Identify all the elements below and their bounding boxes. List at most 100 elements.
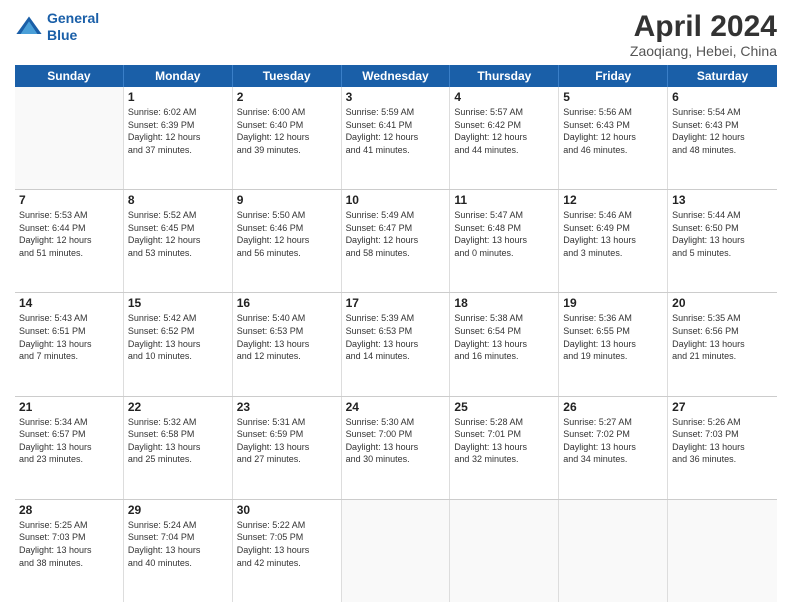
day-number: 25 [454, 400, 554, 414]
calendar-cell: 19Sunrise: 5:36 AM Sunset: 6:55 PM Dayli… [559, 293, 668, 395]
day-number: 3 [346, 90, 446, 104]
calendar-header: SundayMondayTuesdayWednesdayThursdayFrid… [15, 65, 777, 87]
calendar-cell: 18 Sunrise: 5:38 AM Sunset: 6:54 PM Dayli… [450, 293, 559, 395]
calendar-cell: 26 Sunrise: 5:27 AM Sunset: 7:02 PM Dayli… [559, 397, 668, 499]
weekday-header: Sunday [15, 65, 124, 87]
logo: General Blue [15, 10, 99, 44]
calendar-cell: 4Sunrise: 5:57 AM Sunset: 6:42 PM Daylig… [450, 87, 559, 189]
calendar-cell: 1Sunrise: 6:02 AM Sunset: 6:39 PM Daylig… [124, 87, 233, 189]
day-info: Sunrise: 5:53 AM Sunset: 6:44 PM Dayligh… [19, 209, 119, 259]
day-number: 30 [237, 503, 337, 517]
calendar-cell: 9 Sunrise: 5:50 AM Sunset: 6:46 PM Daylig… [233, 190, 342, 292]
day-info: Sunrise: 5:28 AM Sunset: 7:01 PM Dayligh… [454, 416, 554, 466]
day-number: 12 [563, 193, 663, 207]
day-info: Sunrise: 5:31 AM Sunset: 6:59 PM Dayligh… [237, 416, 337, 466]
day-number: 21 [19, 400, 119, 414]
day-number: 2 [237, 90, 337, 104]
day-number: 19 [563, 296, 663, 310]
day-number: 29 [128, 503, 228, 517]
day-info: Sunrise: 5:59 AM Sunset: 6:41 PM Dayligh… [346, 106, 446, 156]
calendar-cell: 10 Sunrise: 5:49 AM Sunset: 6:47 PM Dayli… [342, 190, 451, 292]
calendar-cell: 29 Sunrise: 5:24 AM Sunset: 7:04 PM Dayli… [124, 500, 233, 602]
logo-text: General Blue [47, 10, 99, 44]
day-info: Sunrise: 5:38 AM Sunset: 6:54 PM Dayligh… [454, 312, 554, 362]
day-number: 26 [563, 400, 663, 414]
day-info: Sunrise: 5:46 AM Sunset: 6:49 PM Dayligh… [563, 209, 663, 259]
calendar-row: 28 Sunrise: 5:25 AM Sunset: 7:03 PM Dayli… [15, 500, 777, 602]
day-info: Sunrise: 5:49 AM Sunset: 6:47 PM Dayligh… [346, 209, 446, 259]
calendar-cell: 28 Sunrise: 5:25 AM Sunset: 7:03 PM Dayli… [15, 500, 124, 602]
calendar-cell: 20 Sunrise: 5:35 AM Sunset: 6:56 PM Dayli… [668, 293, 777, 395]
day-info: Sunrise: 5:44 AM Sunset: 6:50 PM Dayligh… [672, 209, 773, 259]
calendar-cell: 15 Sunrise: 5:42 AM Sunset: 6:52 PM Dayli… [124, 293, 233, 395]
day-number: 23 [237, 400, 337, 414]
calendar-cell [668, 500, 777, 602]
weekday-header: Tuesday [233, 65, 342, 87]
calendar-cell: 17 Sunrise: 5:39 AM Sunset: 6:53 PM Dayli… [342, 293, 451, 395]
calendar-row: 21 Sunrise: 5:34 AM Sunset: 6:57 PM Dayli… [15, 397, 777, 500]
calendar-cell: 23 Sunrise: 5:31 AM Sunset: 6:59 PM Dayli… [233, 397, 342, 499]
day-info: Sunrise: 5:27 AM Sunset: 7:02 PM Dayligh… [563, 416, 663, 466]
day-number: 20 [672, 296, 773, 310]
calendar-cell: 11Sunrise: 5:47 AM Sunset: 6:48 PM Dayli… [450, 190, 559, 292]
day-number: 7 [19, 193, 119, 207]
day-number: 18 [454, 296, 554, 310]
calendar-cell: 22 Sunrise: 5:32 AM Sunset: 6:58 PM Dayli… [124, 397, 233, 499]
day-number: 10 [346, 193, 446, 207]
calendar-cell: 13 Sunrise: 5:44 AM Sunset: 6:50 PM Dayli… [668, 190, 777, 292]
day-info: Sunrise: 5:42 AM Sunset: 6:52 PM Dayligh… [128, 312, 228, 362]
title-block: April 2024 Zaoqiang, Hebei, China [630, 10, 777, 59]
day-number: 6 [672, 90, 773, 104]
day-number: 16 [237, 296, 337, 310]
subtitle: Zaoqiang, Hebei, China [630, 43, 777, 59]
day-number: 5 [563, 90, 663, 104]
calendar-row: 1Sunrise: 6:02 AM Sunset: 6:39 PM Daylig… [15, 87, 777, 190]
day-info: Sunrise: 5:35 AM Sunset: 6:56 PM Dayligh… [672, 312, 773, 362]
calendar-cell: 14Sunrise: 5:43 AM Sunset: 6:51 PM Dayli… [15, 293, 124, 395]
day-info: Sunrise: 5:34 AM Sunset: 6:57 PM Dayligh… [19, 416, 119, 466]
logo-blue: Blue [47, 27, 77, 43]
day-info: Sunrise: 5:24 AM Sunset: 7:04 PM Dayligh… [128, 519, 228, 569]
calendar-cell: 3 Sunrise: 5:59 AM Sunset: 6:41 PM Daylig… [342, 87, 451, 189]
calendar-cell [15, 87, 124, 189]
calendar-cell: 7 Sunrise: 5:53 AM Sunset: 6:44 PM Daylig… [15, 190, 124, 292]
calendar-row: 14Sunrise: 5:43 AM Sunset: 6:51 PM Dayli… [15, 293, 777, 396]
day-number: 13 [672, 193, 773, 207]
day-number: 9 [237, 193, 337, 207]
weekday-header: Wednesday [342, 65, 451, 87]
calendar-row: 7 Sunrise: 5:53 AM Sunset: 6:44 PM Daylig… [15, 190, 777, 293]
calendar-cell [450, 500, 559, 602]
day-number: 28 [19, 503, 119, 517]
day-info: Sunrise: 5:54 AM Sunset: 6:43 PM Dayligh… [672, 106, 773, 156]
calendar-cell: 2 Sunrise: 6:00 AM Sunset: 6:40 PM Daylig… [233, 87, 342, 189]
calendar-cell: 8Sunrise: 5:52 AM Sunset: 6:45 PM Daylig… [124, 190, 233, 292]
day-info: Sunrise: 5:43 AM Sunset: 6:51 PM Dayligh… [19, 312, 119, 362]
weekday-header: Monday [124, 65, 233, 87]
day-number: 15 [128, 296, 228, 310]
day-info: Sunrise: 5:26 AM Sunset: 7:03 PM Dayligh… [672, 416, 773, 466]
calendar-cell: 16 Sunrise: 5:40 AM Sunset: 6:53 PM Dayli… [233, 293, 342, 395]
day-info: Sunrise: 5:56 AM Sunset: 6:43 PM Dayligh… [563, 106, 663, 156]
logo-general: General [47, 10, 99, 26]
calendar-cell: 24Sunrise: 5:30 AM Sunset: 7:00 PM Dayli… [342, 397, 451, 499]
calendar-cell: 30 Sunrise: 5:22 AM Sunset: 7:05 PM Dayli… [233, 500, 342, 602]
day-number: 1 [128, 90, 228, 104]
calendar-cell: 12 Sunrise: 5:46 AM Sunset: 6:49 PM Dayli… [559, 190, 668, 292]
day-info: Sunrise: 5:50 AM Sunset: 6:46 PM Dayligh… [237, 209, 337, 259]
calendar-cell: 21 Sunrise: 5:34 AM Sunset: 6:57 PM Dayli… [15, 397, 124, 499]
day-info: Sunrise: 5:40 AM Sunset: 6:53 PM Dayligh… [237, 312, 337, 362]
calendar-cell: 27Sunrise: 5:26 AM Sunset: 7:03 PM Dayli… [668, 397, 777, 499]
calendar: SundayMondayTuesdayWednesdayThursdayFrid… [15, 65, 777, 602]
day-info: Sunrise: 6:00 AM Sunset: 6:40 PM Dayligh… [237, 106, 337, 156]
day-info: Sunrise: 5:39 AM Sunset: 6:53 PM Dayligh… [346, 312, 446, 362]
day-number: 22 [128, 400, 228, 414]
day-info: Sunrise: 5:25 AM Sunset: 7:03 PM Dayligh… [19, 519, 119, 569]
calendar-cell: 5 Sunrise: 5:56 AM Sunset: 6:43 PM Daylig… [559, 87, 668, 189]
day-number: 17 [346, 296, 446, 310]
weekday-header: Friday [559, 65, 668, 87]
day-info: Sunrise: 5:32 AM Sunset: 6:58 PM Dayligh… [128, 416, 228, 466]
day-info: Sunrise: 5:22 AM Sunset: 7:05 PM Dayligh… [237, 519, 337, 569]
calendar-cell: 25 Sunrise: 5:28 AM Sunset: 7:01 PM Dayli… [450, 397, 559, 499]
weekday-header: Thursday [450, 65, 559, 87]
calendar-body: 1Sunrise: 6:02 AM Sunset: 6:39 PM Daylig… [15, 87, 777, 602]
